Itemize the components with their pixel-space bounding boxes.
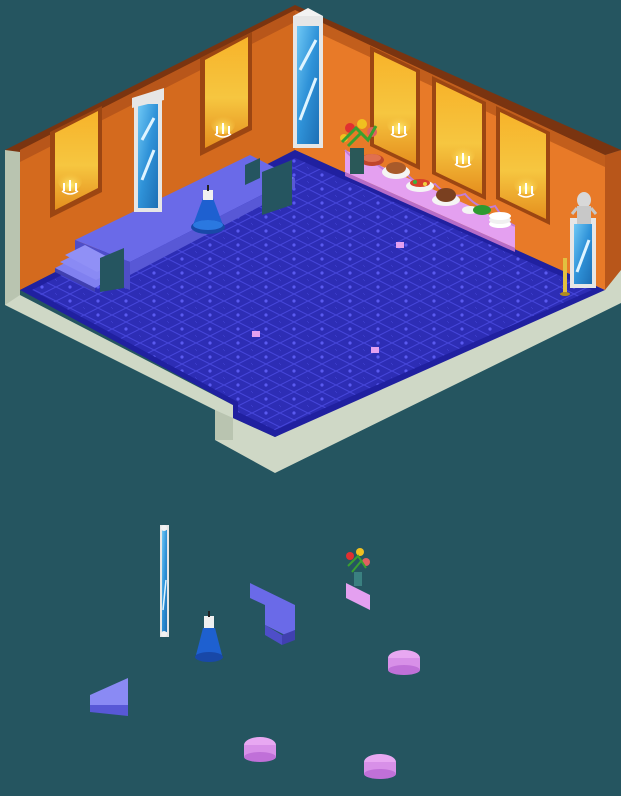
loose-candle[interactable] <box>195 611 223 662</box>
pink-stool-3[interactable] <box>364 754 396 779</box>
pink-stool-1[interactable] <box>388 650 420 675</box>
loose-flower-table[interactable] <box>346 548 370 610</box>
loose-mirror-pillar[interactable] <box>160 525 169 637</box>
mirror-pillar-icon[interactable] <box>570 218 596 288</box>
mirror-pillar-icon[interactable] <box>293 8 323 148</box>
mirror-pillar-icon[interactable] <box>132 88 164 212</box>
loose-stage-step[interactable] <box>90 678 128 716</box>
room-scene <box>5 5 621 779</box>
pink-stool-2[interactable] <box>244 737 276 762</box>
game-viewport[interactable] <box>0 0 621 796</box>
loose-stage-corner[interactable] <box>250 583 295 645</box>
